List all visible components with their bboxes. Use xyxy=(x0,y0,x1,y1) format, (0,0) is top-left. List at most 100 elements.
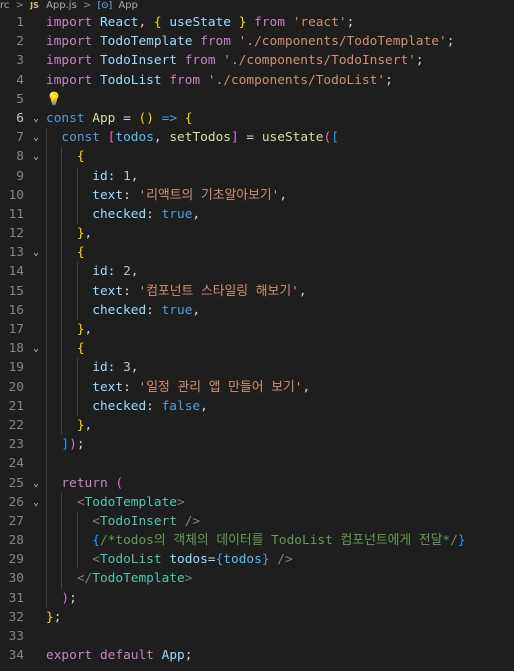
code-line[interactable]: 22 }, xyxy=(0,415,514,436)
code-line[interactable]: 14 id: 2, xyxy=(0,262,514,282)
breadcrumb-file[interactable]: App.js xyxy=(46,0,77,11)
code-line[interactable]: 7 ⌄ const [todos, setTodos] = useState([ xyxy=(0,128,514,148)
line-number: 2 xyxy=(16,34,24,50)
code-text: </TodoTemplate> xyxy=(46,569,193,588)
chevron-right-icon: > xyxy=(82,0,92,11)
code-text: id: 2, xyxy=(46,262,138,281)
code-line[interactable]: 4 import TodoList from './components/Todo… xyxy=(0,71,514,90)
line-number: 12 xyxy=(8,226,24,242)
code-token: { xyxy=(76,245,85,261)
code-line[interactable]: 8 ⌄ { xyxy=(0,147,514,167)
code-line[interactable]: 31 ); xyxy=(0,588,514,608)
code-line[interactable]: 6 ⌄ const App = () => { xyxy=(0,109,514,128)
code-line[interactable]: 33 xyxy=(0,627,514,646)
code-token: 1 xyxy=(123,168,131,184)
code-text: checked: true, xyxy=(46,301,200,320)
code-line[interactable]: 13 ⌄ { xyxy=(0,243,514,263)
code-line[interactable]: 32}; xyxy=(0,608,514,627)
code-token: ] xyxy=(230,130,239,146)
code-line[interactable]: 34 export default App; xyxy=(0,646,514,665)
code-line[interactable]: 5 💡 xyxy=(0,90,514,109)
code-token: const xyxy=(46,110,85,126)
code-line[interactable]: 11 checked: true, xyxy=(0,204,514,225)
code-line[interactable]: 18 ⌄ { xyxy=(0,339,514,359)
code-token: ) xyxy=(61,590,70,606)
code-line[interactable]: 15 text: '컴포넌트 스타일링 해보기', xyxy=(0,281,514,301)
code-token: App xyxy=(161,648,185,664)
fold-chevron-icon[interactable]: ⌄ xyxy=(30,147,42,166)
line-number: 26 xyxy=(8,494,24,510)
code-token: < xyxy=(76,494,85,510)
code-line[interactable]: 25 ⌄ return ( xyxy=(0,473,514,493)
code-line[interactable]: 19 id: 3, xyxy=(0,358,514,378)
lightbulb-icon[interactable]: 💡 xyxy=(46,92,62,107)
fold-chevron-icon[interactable]: ⌄ xyxy=(30,109,42,128)
line-number: 22 xyxy=(8,417,24,433)
line-number: 3 xyxy=(16,53,24,69)
code-line[interactable]: 9 id: 1, xyxy=(0,166,514,186)
code-line[interactable]: 21 checked: false, xyxy=(0,396,514,416)
code-token: text xyxy=(92,379,124,395)
code-text: <TodoInsert /> xyxy=(46,512,200,531)
breadcrumb-symbol[interactable]: App xyxy=(118,0,138,11)
code-line[interactable]: 16 checked: true, xyxy=(0,300,514,320)
code-token: './components/TodoTemplate' xyxy=(238,34,447,50)
code-token: = xyxy=(238,130,262,146)
code-line[interactable]: 12 }, xyxy=(0,224,514,244)
code-token: TodoTemplate xyxy=(84,494,177,510)
fold-chevron-icon[interactable]: ⌄ xyxy=(30,339,42,358)
code-line[interactable]: 1 import React, { useState } from 'react'… xyxy=(0,13,514,32)
code-line[interactable]: 26 ⌄ <TodoTemplate> xyxy=(0,492,514,512)
code-token: TodoList xyxy=(99,552,162,568)
code-token: todos xyxy=(223,552,262,568)
code-text: <TodoTemplate> xyxy=(46,493,185,512)
code-token: import xyxy=(46,72,93,88)
code-text: }, xyxy=(46,416,92,435)
code-line[interactable]: 23 ]); xyxy=(0,435,514,455)
code-line[interactable]: 17 }, xyxy=(0,320,514,340)
code-token: </ xyxy=(76,571,93,587)
code-line[interactable]: 30 </TodoTemplate> xyxy=(0,569,514,589)
code-text: { xyxy=(46,243,85,262)
code-token: id xyxy=(92,168,108,184)
code-token: '컴포넌트 스타일링 해보기' xyxy=(138,283,299,299)
fold-chevron-icon[interactable]: ⌄ xyxy=(30,243,42,262)
indent-guide xyxy=(46,454,47,474)
fold-chevron-icon[interactable]: ⌄ xyxy=(30,493,42,512)
code-line[interactable]: 3 import TodoInsert from './components/To… xyxy=(0,51,514,70)
code-token: TodoTemplate xyxy=(92,571,185,587)
code-line[interactable]: 20 text: '일정 관리 앱 만들어 보기', xyxy=(0,377,514,397)
code-token: ] xyxy=(61,437,70,453)
breadcrumb-folder[interactable]: rc xyxy=(0,0,9,11)
code-token: checked xyxy=(92,302,147,318)
code-line[interactable]: 2 import TodoTemplate from './components/… xyxy=(0,32,514,51)
code-editor[interactable]: 1 import React, { useState } from 'react'… xyxy=(0,13,514,665)
code-text: import TodoList from './components/TodoL… xyxy=(46,71,393,90)
code-token: : xyxy=(146,398,162,414)
code-token: 'react' xyxy=(292,15,347,30)
code-token: useState xyxy=(261,130,324,146)
fold-chevron-icon[interactable]: ⌄ xyxy=(30,474,42,493)
code-text: import TodoInsert from './components/Tod… xyxy=(46,51,424,70)
code-line[interactable]: 27 <TodoInsert /> xyxy=(0,511,514,532)
code-token: { xyxy=(76,341,85,357)
code-line[interactable]: 10 text: '리액트의 기초알아보기', xyxy=(0,185,514,205)
code-token: '일정 관리 앱 만들어 보기' xyxy=(138,379,303,395)
code-line[interactable]: 24 xyxy=(0,454,514,474)
code-text: export default App; xyxy=(46,646,192,665)
code-line[interactable]: 28 {/*todos의 객체의 데이터를 TodoList 컴포넌트에게 전달… xyxy=(0,531,514,551)
fold-chevron-icon[interactable]: ⌄ xyxy=(30,128,42,147)
code-line[interactable]: 29 <TodoList todos={todos} /> xyxy=(0,550,514,570)
code-text: <TodoList todos={todos} /> xyxy=(46,550,292,569)
